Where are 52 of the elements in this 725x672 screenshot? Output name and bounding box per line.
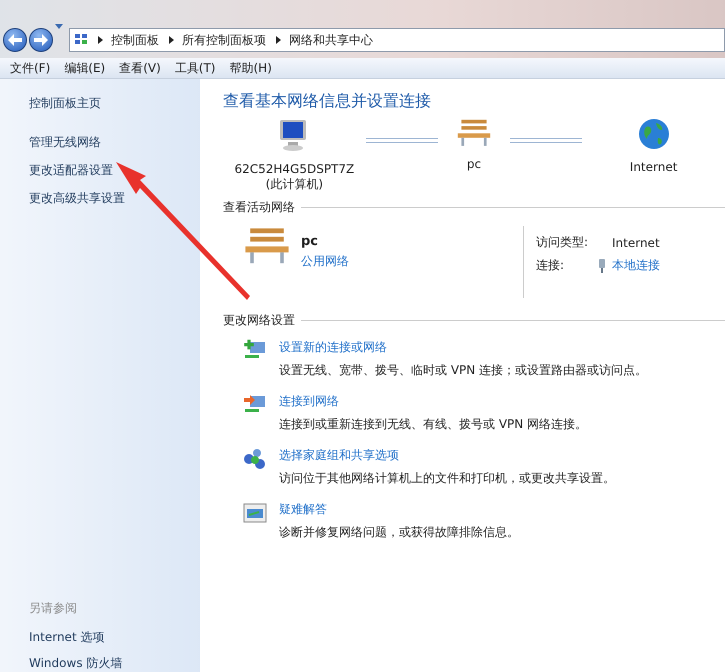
section-heading: 查看活动网络 [223,199,295,216]
ethernet-plug-icon [598,258,606,272]
task-description: 设置无线、宽带、拨号、临时或 VPN 连接；或设置路由器或访问点。 [279,362,648,379]
network-map-label: Internet [630,160,678,174]
breadcrumb-item[interactable]: 网络和共享中心 [289,32,373,48]
sidebar-link[interactable]: 管理无线网络 [29,134,200,151]
bench-icon [243,226,291,264]
task-link[interactable]: 连接到网络 [279,393,588,410]
menu-item[interactable]: 文件(F) [4,60,56,76]
menu-item[interactable]: 编辑(E) [58,60,112,76]
connection-link[interactable]: 本地连接 [612,257,660,274]
network-map-sublabel: (此计算机) [266,176,324,193]
forward-button[interactable] [29,28,53,52]
access-type-label: 访问类型: [536,234,590,251]
access-type-value: Internet [612,236,660,250]
breadcrumb-arrow-icon [169,36,174,44]
task-link[interactable]: 疑难解答 [279,501,519,518]
network-name: pc [301,234,320,249]
network-type-link[interactable]: 公用网络 [301,253,349,270]
forward-arrow-icon [34,34,48,46]
homegroup-icon [243,447,267,471]
breadcrumb-arrow-icon [98,36,103,44]
see-also-heading: 另请参阅 [29,600,78,617]
breadcrumb-item[interactable]: 所有控制面板项 [182,32,266,48]
task-description: 访问位于其他网络计算机上的文件和打印机，或更改共享设置。 [279,470,615,487]
task-link[interactable]: 选择家庭组和共享选项 [279,447,615,464]
menu-item[interactable]: 帮助(H) [224,60,278,76]
network-map-label: 62C52H4G5DSPT7Z [234,162,354,176]
dropdown-caret-icon[interactable] [55,24,63,28]
breadcrumb-arrow-icon [276,36,281,44]
troubleshoot-icon [243,501,267,525]
sidebar-link[interactable]: 控制面板主页 [29,95,200,112]
section-heading: 更改网络设置 [223,312,295,329]
see-also-link[interactable]: Internet 选项 [29,629,200,646]
address-bar[interactable]: 控制面板 所有控制面板项 网络和共享中心 [69,28,725,52]
sidebar-link[interactable]: 更改适配器设置 [29,162,200,179]
see-also-link[interactable]: Windows 防火墙 [29,655,200,672]
bench-icon [456,118,492,147]
task-description: 诊断并修复网络问题，或获得故障排除信息。 [279,524,519,541]
page-title: 查看基本网络信息并设置连接 [223,91,432,112]
network-map-label: pc [466,156,482,171]
task-link[interactable]: 设置新的连接或网络 [279,339,648,356]
control-panel-icon [74,33,88,47]
task-description: 连接到或重新连接到无线、有线、拨号或 VPN 网络连接。 [279,416,588,433]
back-arrow-icon [8,34,22,46]
menu-item[interactable]: 查看(V) [113,60,167,76]
breadcrumb-item[interactable]: 控制面板 [111,32,159,48]
globe-icon [638,118,670,150]
menu-item[interactable]: 工具(T) [168,60,222,76]
sidebar-link[interactable]: 更改高级共享设置 [29,190,200,207]
back-button[interactable] [3,28,27,52]
connection-label: 连接: [536,257,566,274]
